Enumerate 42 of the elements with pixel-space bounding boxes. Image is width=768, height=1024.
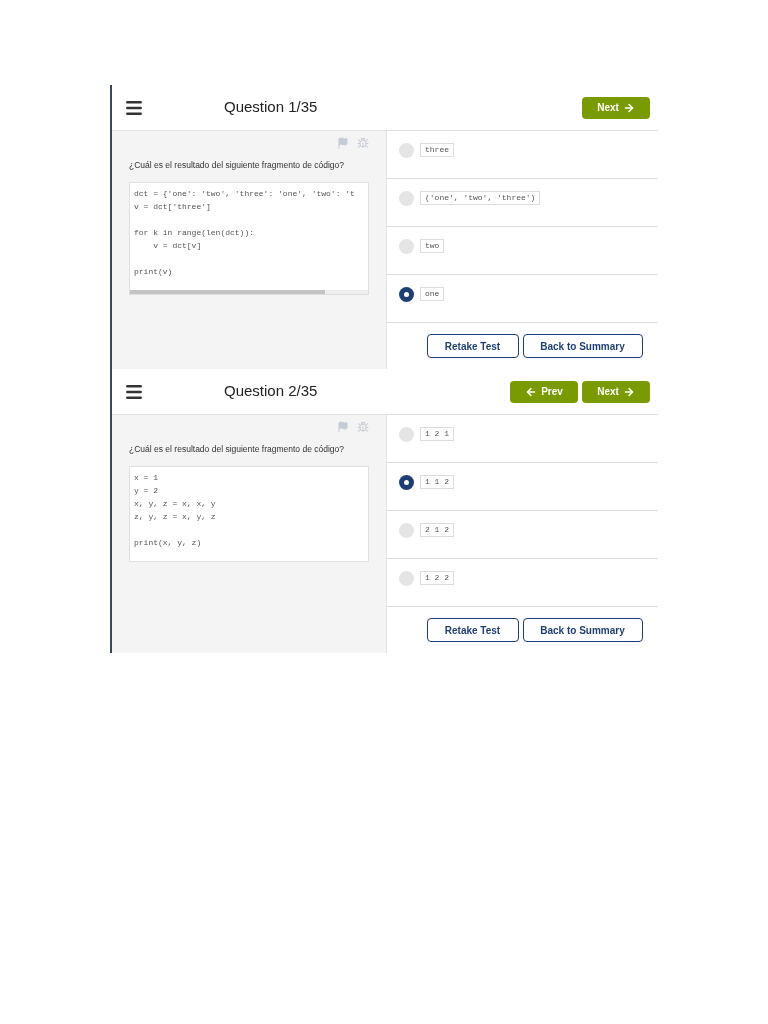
option-code: 2 1 2 bbox=[420, 523, 454, 537]
option-code: 1 1 2 bbox=[420, 475, 454, 489]
radio-button[interactable] bbox=[399, 143, 414, 158]
answer-option[interactable]: 1 1 2 bbox=[387, 463, 658, 511]
bug-icon[interactable] bbox=[357, 137, 369, 149]
question-text: ¿Cuál es el resultado del siguiente fragmento de código? bbox=[129, 159, 345, 172]
answer-option[interactable]: three bbox=[387, 131, 658, 179]
radio-button[interactable] bbox=[399, 239, 414, 254]
option-code: two bbox=[420, 239, 445, 253]
answer-option[interactable]: one bbox=[387, 275, 658, 323]
arrow-right-icon bbox=[622, 385, 635, 398]
horizontal-scrollbar[interactable] bbox=[130, 289, 368, 294]
answer-option[interactable]: 2 1 2 bbox=[387, 511, 658, 559]
radio-button[interactable] bbox=[399, 427, 414, 442]
bug-icon[interactable] bbox=[357, 421, 369, 433]
answer-option[interactable]: two bbox=[387, 227, 658, 275]
arrow-right-icon bbox=[622, 101, 635, 114]
summary-button[interactable]: Back to Summary bbox=[522, 334, 643, 358]
flag-icon[interactable] bbox=[337, 137, 349, 149]
option-code: one bbox=[420, 287, 445, 301]
option-code: three bbox=[420, 143, 454, 157]
arrow-left-icon bbox=[525, 385, 538, 398]
answer-option[interactable]: 1 2 1 bbox=[387, 415, 658, 463]
radio-button[interactable] bbox=[399, 191, 414, 206]
code-text: dct = {'one': 'two', 'three': 'one', 'two': 't v = dct['three'] for k in range(len(dct)): v = dct[v] print(v) bbox=[133, 187, 356, 278]
question-title: Question 1/35 bbox=[224, 97, 318, 118]
flag-icon[interactable] bbox=[337, 421, 349, 433]
option-code: 1 2 1 bbox=[420, 427, 454, 441]
answer-option[interactable]: 1 2 2 bbox=[387, 559, 658, 607]
code-text: x = 1 y = 2 x, y, z = x, x, y z, y, z = x, y, z print(x, y, z) bbox=[133, 471, 217, 549]
question-text: ¿Cuál es el resultado del siguiente fragmento de código? bbox=[129, 443, 345, 456]
radio-button[interactable] bbox=[399, 475, 414, 490]
radio-button[interactable] bbox=[399, 287, 414, 302]
summary-button[interactable]: Back to Summary bbox=[522, 618, 643, 642]
option-code: ('one', 'two', 'three') bbox=[420, 191, 541, 205]
retake-button[interactable]: Retake Test bbox=[426, 618, 519, 642]
option-code: 1 2 2 bbox=[420, 571, 454, 585]
radio-button[interactable] bbox=[399, 523, 414, 538]
question-title: Question 2/35 bbox=[224, 381, 318, 402]
retake-button[interactable]: Retake Test bbox=[426, 334, 519, 358]
answer-option[interactable]: ('one', 'two', 'three') bbox=[387, 179, 658, 227]
radio-button[interactable] bbox=[399, 571, 414, 586]
